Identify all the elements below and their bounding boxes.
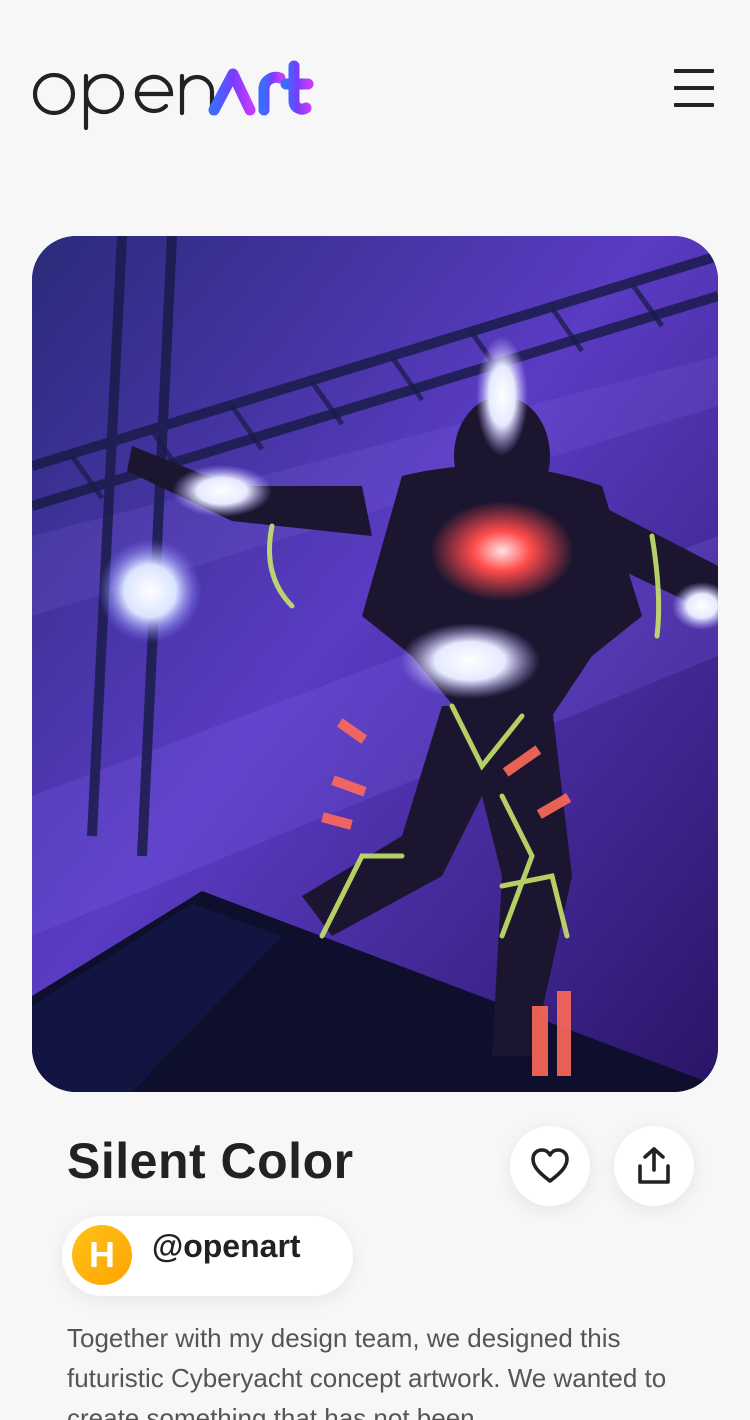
header (0, 0, 750, 180)
artwork-image[interactable] (32, 236, 718, 1092)
page: Silent Color H @openart Together with my… (0, 0, 750, 1420)
creator-avatar: H (72, 1225, 132, 1285)
share-button[interactable] (614, 1126, 694, 1206)
menu-button[interactable] (668, 62, 720, 114)
heart-icon (531, 1148, 569, 1183)
artwork-description: Together with my design team, we designe… (67, 1323, 667, 1420)
creator-chip[interactable]: H @openart (62, 1216, 353, 1296)
like-button[interactable] (510, 1126, 590, 1206)
hamburger-menu-icon (674, 69, 714, 73)
artwork-title: Silent Color (67, 1133, 354, 1189)
share-icon (638, 1147, 670, 1184)
creator-handle: @openart (152, 1228, 301, 1264)
openart-logo[interactable] (32, 52, 322, 136)
